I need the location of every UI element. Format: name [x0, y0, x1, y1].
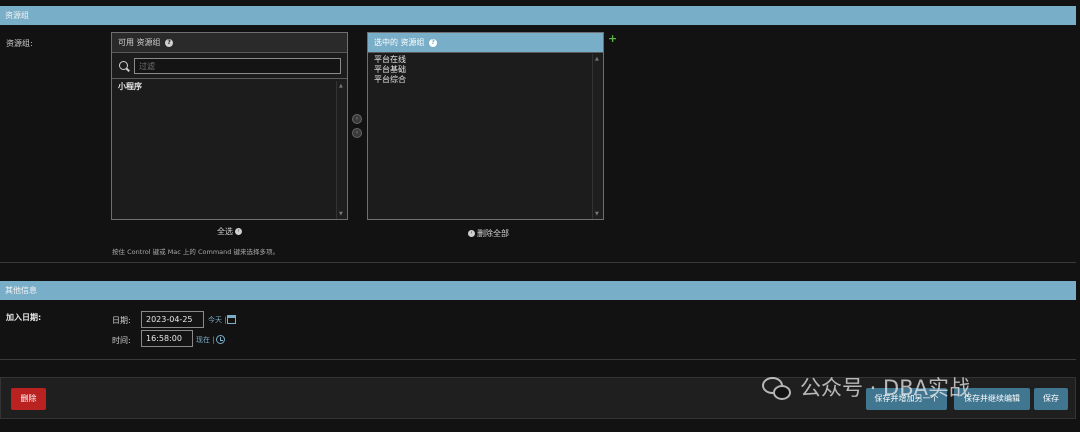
today-link[interactable]: 今天 | [208, 315, 227, 325]
available-title: 可用 资源组 ? [112, 33, 347, 53]
join-date-label: 加入日期: [6, 313, 42, 322]
resource-section-header: 资源组 [0, 6, 1076, 25]
resource-field-label: 资源组: [6, 39, 33, 48]
chosen-options-list[interactable]: 平台在线 平台基础 平台综合 [368, 54, 591, 219]
list-item[interactable]: 小程序 [118, 82, 329, 92]
available-selector: 可用 资源组 ? 小程序 [111, 32, 348, 220]
chosen-title: 选中的 资源组 ? [368, 33, 603, 53]
remove-all-link[interactable]: ‹ 删除全部 [466, 228, 509, 239]
clock-icon[interactable] [216, 335, 225, 344]
filter-row [112, 53, 347, 79]
date-input[interactable]: 2023-04-25 [141, 311, 204, 328]
arrow-right-circle-icon: › [235, 228, 242, 235]
delete-button[interactable]: 删除 [11, 388, 46, 410]
now-link[interactable]: 现在 | [196, 335, 215, 345]
move-left-button[interactable]: ‹ [352, 128, 362, 138]
section-divider [0, 262, 1076, 263]
watermark: 公众号 · DBA实战 [762, 372, 970, 402]
add-related-icon[interactable]: + [608, 32, 617, 45]
help-icon[interactable]: ? [165, 38, 174, 47]
search-icon [119, 61, 128, 70]
available-options-list[interactable]: 小程序 [112, 81, 335, 219]
chosen-scrollbar[interactable] [592, 54, 603, 219]
save-button[interactable]: 保存 [1034, 388, 1068, 410]
list-item[interactable]: 平台综合 [374, 75, 585, 85]
time-label: 时间: [112, 336, 131, 345]
available-scrollbar[interactable] [336, 81, 347, 219]
date-label: 日期: [112, 316, 131, 325]
help-icon[interactable]: ? [429, 38, 438, 47]
move-right-button[interactable]: › [352, 114, 362, 124]
list-item[interactable]: 平台基础 [374, 65, 585, 75]
chosen-selector: 选中的 资源组 ? 平台在线 平台基础 平台综合 [367, 32, 604, 220]
calendar-icon[interactable] [227, 315, 236, 324]
arrow-left-circle-icon: ‹ [468, 230, 475, 237]
section-divider [0, 359, 1076, 360]
other-section-header: 其他信息 [0, 281, 1076, 300]
multi-select-hint: 按住 Control 键或 Mac 上的 Command 键来选择多项。 [112, 248, 279, 256]
list-item[interactable]: 平台在线 [374, 55, 585, 65]
time-input[interactable]: 16:58:00 [141, 330, 193, 347]
filter-input[interactable] [134, 58, 341, 74]
choose-all-link[interactable]: 全选 › [217, 226, 244, 237]
wechat-icon [762, 377, 792, 401]
